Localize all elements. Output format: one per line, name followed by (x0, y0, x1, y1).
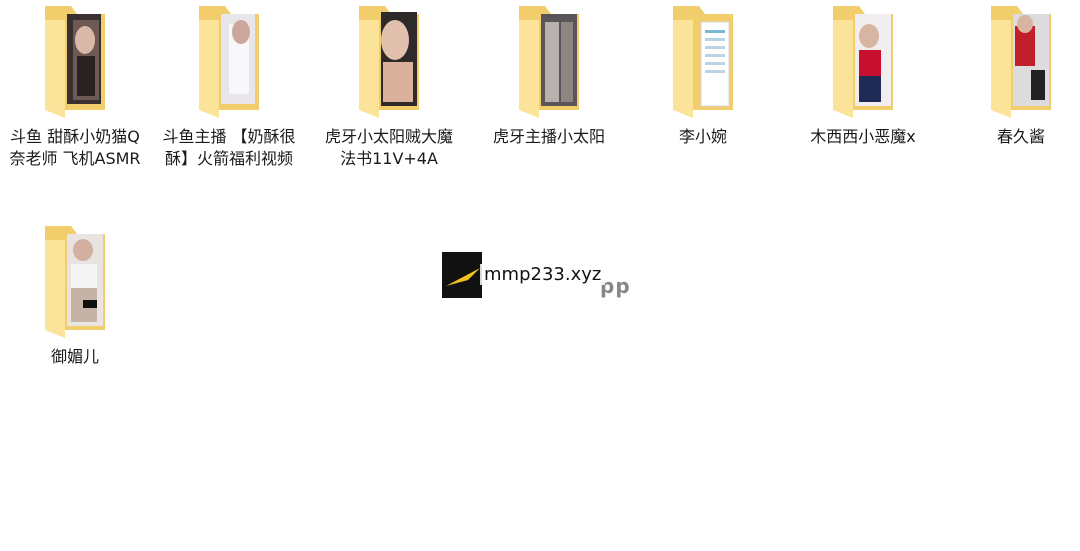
folder-label: 春久酱 (996, 127, 1045, 146)
folder-item[interactable]: 李小婉 (628, 0, 778, 148)
folder-item[interactable]: 斗鱼 甜酥小奶猫Q奈老师 飞机ASMR (0, 0, 150, 170)
folder-item[interactable]: 木西西小恶魔x (788, 0, 938, 148)
watermark-text: mmp233.xyz (480, 264, 606, 285)
watermark: pp mmp233.xyz (440, 250, 640, 302)
folder-icon (45, 226, 105, 338)
folder-label: 虎牙主播小太阳 (492, 127, 605, 146)
folder-item[interactable]: 虎牙小太阳贼大魔法书11V+4A (314, 0, 464, 170)
file-explorer-view: 斗鱼 甜酥小奶猫Q奈老师 飞机ASMR 斗鱼主播 【奶酥很酥】火箭福利视频 虎牙… (0, 0, 1080, 551)
folder-item[interactable]: 御媚儿 (0, 220, 150, 368)
folder-icon (833, 6, 893, 118)
folder-icon (519, 6, 579, 118)
folder-label: 斗鱼 甜酥小奶猫Q奈老师 飞机ASMR (9, 127, 141, 168)
folder-label: 李小婉 (678, 127, 727, 146)
folder-item[interactable]: 虎牙主播小太阳 (474, 0, 624, 148)
folder-icon (673, 6, 733, 118)
folder-label: 御媚儿 (50, 347, 99, 366)
folder-icon (991, 6, 1051, 118)
folder-item[interactable]: 春久酱 (946, 0, 1080, 148)
folder-icon (359, 6, 419, 118)
folder-icon (199, 6, 259, 118)
folder-label: 虎牙小太阳贼大魔法书11V+4A (324, 127, 453, 168)
folder-label: 斗鱼主播 【奶酥很酥】火箭福利视频 (162, 127, 296, 168)
folder-icon (45, 6, 105, 118)
folder-label: 木西西小恶魔x (810, 127, 916, 146)
folder-item[interactable]: 斗鱼主播 【奶酥很酥】火箭福利视频 (154, 0, 304, 170)
